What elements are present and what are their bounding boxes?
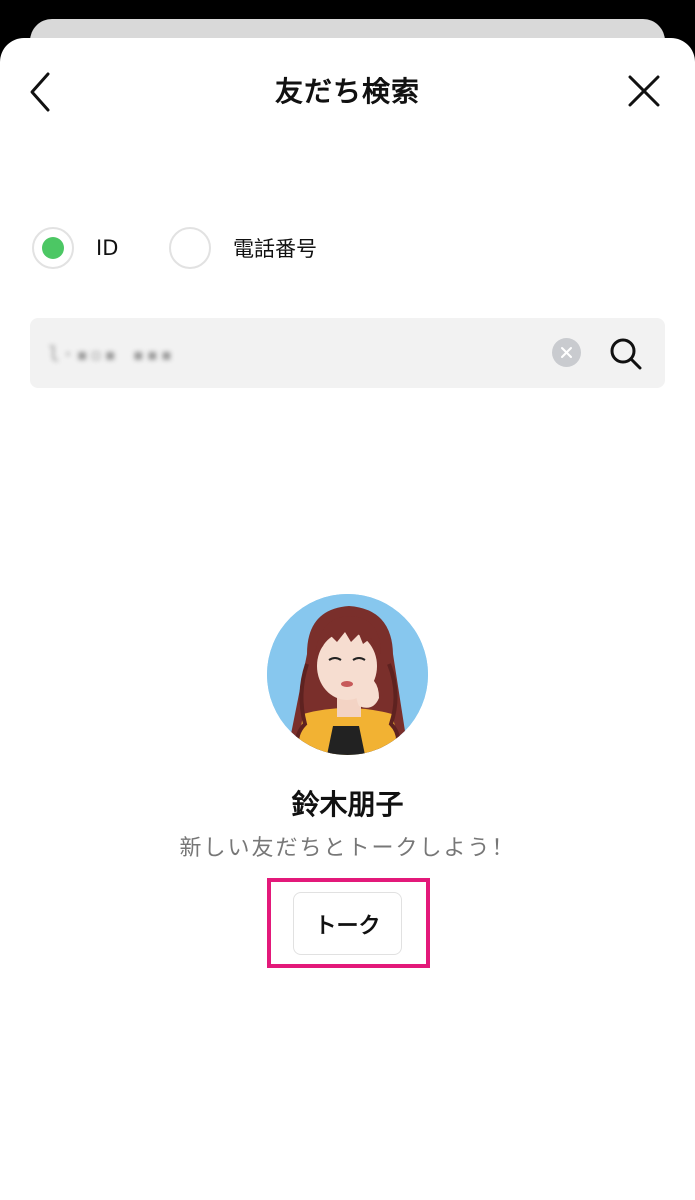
friend-search-sheet: 友だち検索 ID 電話番号 l·▪▫▪ ▪▪▪ 鈴木朋子 新しい友だちとトークし… [0,38,695,1200]
talk-button[interactable]: トーク [293,892,402,955]
header: 友だち検索 [0,38,695,142]
avatar-illustration [267,594,428,755]
close-icon [628,75,660,107]
radio-label-id: ID [96,236,119,260]
radio-button-phone[interactable] [169,227,211,269]
radio-selected-dot [42,237,64,259]
radio-button-id[interactable] [32,227,74,269]
radio-option-id[interactable]: ID [32,224,118,272]
search-button[interactable] [606,334,646,374]
back-button[interactable] [22,68,62,116]
profile-avatar [267,594,428,755]
search-type-selector: ID 電話番号 [0,224,695,272]
radio-label-phone: 電話番号 [233,237,317,261]
page-title: 友だち検索 [274,75,420,108]
search-input[interactable] [46,318,550,390]
clear-button[interactable] [552,338,581,367]
friend-subtitle: 新しい友だちとトークしよう！ [179,836,516,861]
friend-name: 鈴木朋子 [291,788,404,821]
chevron-left-icon [30,72,50,112]
search-bar [30,318,665,390]
radio-option-phone[interactable]: 電話番号 [169,224,317,272]
clear-icon [561,347,572,358]
close-button[interactable] [622,69,666,113]
search-icon [610,338,642,370]
